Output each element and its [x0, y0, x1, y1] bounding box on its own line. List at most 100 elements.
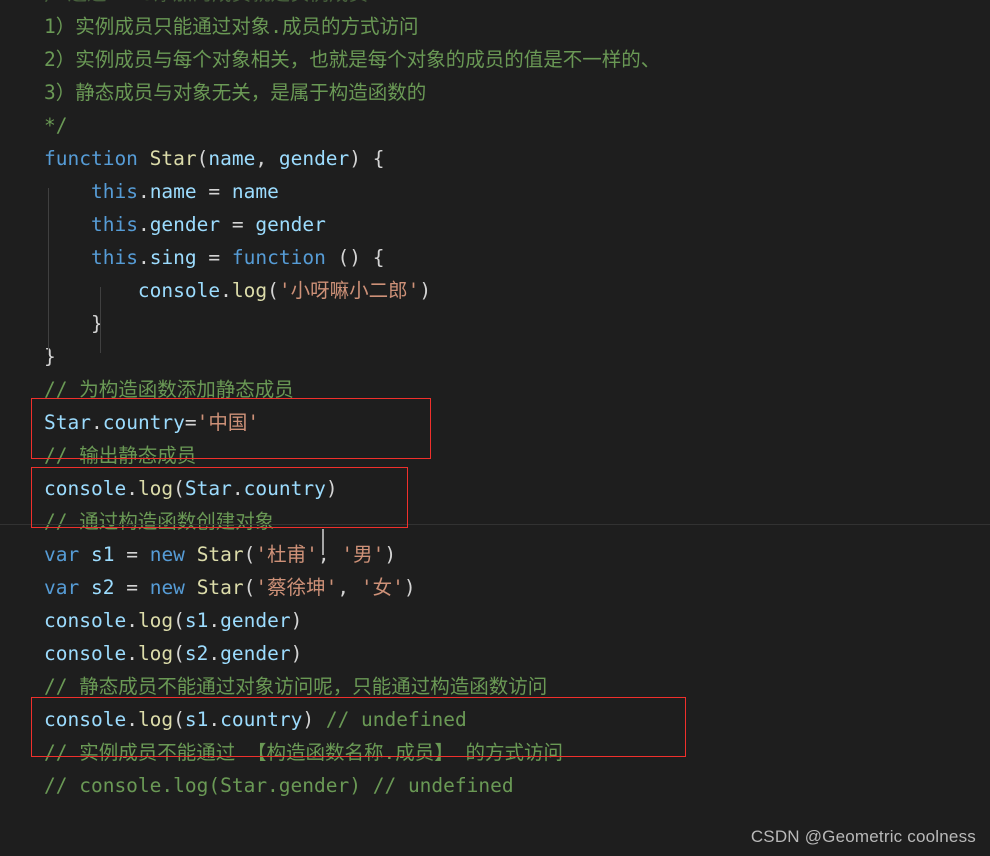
code-line[interactable]: function Star(name, gender) {: [0, 142, 990, 175]
code-token-var: gender: [220, 609, 291, 632]
code-token-fn: log: [137, 609, 174, 632]
code-token-pl: .: [137, 180, 150, 203]
code-token-pl: =: [184, 411, 197, 434]
code-token-kw: new: [149, 576, 185, 599]
code-token-pl: .: [220, 279, 232, 302]
code-token-pl: .: [126, 477, 138, 500]
code-token-pl: .: [126, 708, 138, 731]
code-token-cmt: 3）静态成员与对象无关，是属于构造函数的: [44, 81, 427, 104]
code-line[interactable]: console.log(s1.country) // undefined: [0, 703, 990, 736]
code-token-var: s1: [90, 543, 115, 566]
code-token-cmt: 1）实例成员只能通过对象.成员的方式访问: [44, 15, 419, 38]
code-line[interactable]: // console.log(Star.gender) // undefined: [0, 769, 990, 802]
code-token-pl: =: [114, 576, 150, 599]
code-line[interactable]: console.log(s1.gender): [0, 604, 990, 637]
code-token-var: console: [137, 279, 221, 302]
code-token-kw: var: [44, 543, 80, 566]
code-token-pl: (: [196, 147, 209, 170]
code-token-pl: ): [419, 279, 432, 302]
watermark-label: CSDN @Geometric coolness: [750, 827, 976, 846]
code-token-var: s2: [184, 642, 209, 665]
code-token-pl: (: [267, 279, 279, 302]
code-token-cmt: this: [106, 0, 153, 5]
code-token-var: console: [44, 708, 127, 731]
code-line[interactable]: console.log(s2.gender): [0, 637, 990, 670]
code-token-var: Star: [184, 477, 232, 500]
code-token-var: gender: [149, 213, 221, 236]
code-line[interactable]: var s1 = new Star('杜甫', '男'): [0, 538, 990, 571]
code-token-pl: .: [126, 609, 138, 632]
code-token-kw: this: [90, 246, 138, 269]
code-token-var: country: [243, 477, 326, 500]
code-line[interactable]: this.name = name: [0, 175, 990, 208]
code-line[interactable]: this.gender = gender: [0, 208, 990, 241]
code-token-pl: =: [196, 246, 232, 269]
code-token-pl: ): [403, 576, 416, 599]
code-token-var: gender: [255, 213, 326, 236]
code-token-pl: ): [384, 543, 397, 566]
code-token-var: country: [220, 708, 303, 731]
code-token-pl: =: [220, 213, 256, 236]
code-line[interactable]: 1）实例成员只能通过对象.成员的方式访问: [0, 10, 990, 43]
code-token-fn: Star: [196, 543, 244, 566]
code-token-cmt: // console.log(Star.gender) // undefined: [44, 774, 514, 797]
code-token-pl: ) {: [349, 147, 385, 170]
code-token-kw: new: [149, 543, 185, 566]
code-token-var: gender: [278, 147, 350, 170]
code-line[interactable]: var s2 = new Star('蔡徐坤', '女'): [0, 571, 990, 604]
code-line[interactable]: }: [0, 307, 990, 340]
code-token-str: '女': [360, 576, 404, 599]
code-token-cmt: // 为构造函数添加静态成员: [44, 378, 294, 401]
code-token-var: sing: [149, 246, 197, 269]
code-token-fn: log: [137, 477, 174, 500]
code-token-cmt: // undefined: [325, 708, 467, 731]
code-token-pl: ,: [255, 147, 279, 170]
code-token-pl: .: [137, 246, 150, 269]
code-token-cmt: // 实例成员不能通过 【构造函数名称.成员】 的方式访问: [44, 741, 563, 764]
code-token-var: name: [149, 180, 197, 203]
code-token-pl: }: [44, 345, 56, 368]
code-line[interactable]: // 为构造函数添加静态成员: [0, 373, 990, 406]
code-line[interactable]: Star.country='中国': [0, 406, 990, 439]
code-token-pl: (: [243, 576, 256, 599]
code-token-pl: (: [173, 642, 185, 665]
code-line[interactable]: 3）静态成员与对象无关，是属于构造函数的: [0, 76, 990, 109]
code-token-cmt: 2）实例成员与每个对象相关，也就是每个对象的成员的值是不一样的、: [44, 48, 661, 71]
code-token-fn: log: [137, 642, 174, 665]
code-token-pl: ): [290, 609, 303, 632]
code-line[interactable]: */: [0, 109, 990, 142]
code-line[interactable]: console.log('小呀嘛小二郎'): [0, 274, 990, 307]
code-line[interactable]: console.log(Star.country): [0, 472, 990, 505]
code-token-kw: function: [44, 147, 138, 170]
code-token-pl: .: [208, 642, 221, 665]
code-token-cmt: 添加的成员就是实例成员: [153, 0, 368, 5]
code-token-fn: Star: [196, 576, 244, 599]
code-line[interactable]: // 通过构造函数创建对象: [0, 505, 990, 538]
code-token-str: '中国': [196, 411, 260, 434]
code-token-var: gender: [220, 642, 291, 665]
code-line[interactable]: // 静态成员不能通过对象访问呢，只能通过构造函数访问: [0, 670, 990, 703]
code-token-cmt: // 静态成员不能通过对象访问呢，只能通过构造函数访问: [44, 675, 548, 698]
code-token-cmt: */: [44, 114, 68, 137]
code-line[interactable]: /*通过this添加的成员就是实例成员: [0, 0, 990, 10]
code-line[interactable]: this.sing = function () {: [0, 241, 990, 274]
code-line[interactable]: 2）实例成员与每个对象相关，也就是每个对象的成员的值是不一样的、: [0, 43, 990, 76]
code-line[interactable]: // 输出静态成员: [0, 439, 990, 472]
code-token-cmt: // 输出静态成员: [44, 444, 197, 467]
code-editor[interactable]: /*通过this添加的成员就是实例成员 1）实例成员只能通过对象.成员的方式访问 2…: [0, 0, 990, 856]
code-token-str: '小呀嘛小二郎': [278, 279, 420, 302]
code-line[interactable]: }: [0, 340, 990, 373]
code-token-pl: (: [173, 477, 185, 500]
code-token-var: console: [44, 477, 127, 500]
code-content[interactable]: /*通过this添加的成员就是实例成员 1）实例成员只能通过对象.成员的方式访问 2…: [0, 0, 990, 802]
code-token-pl: ): [290, 642, 303, 665]
code-token-pl: .: [137, 213, 150, 236]
indent-guide: [100, 287, 101, 353]
code-token-fn: log: [231, 279, 268, 302]
code-line[interactable]: // 实例成员不能通过 【构造函数名称.成员】 的方式访问: [0, 736, 990, 769]
